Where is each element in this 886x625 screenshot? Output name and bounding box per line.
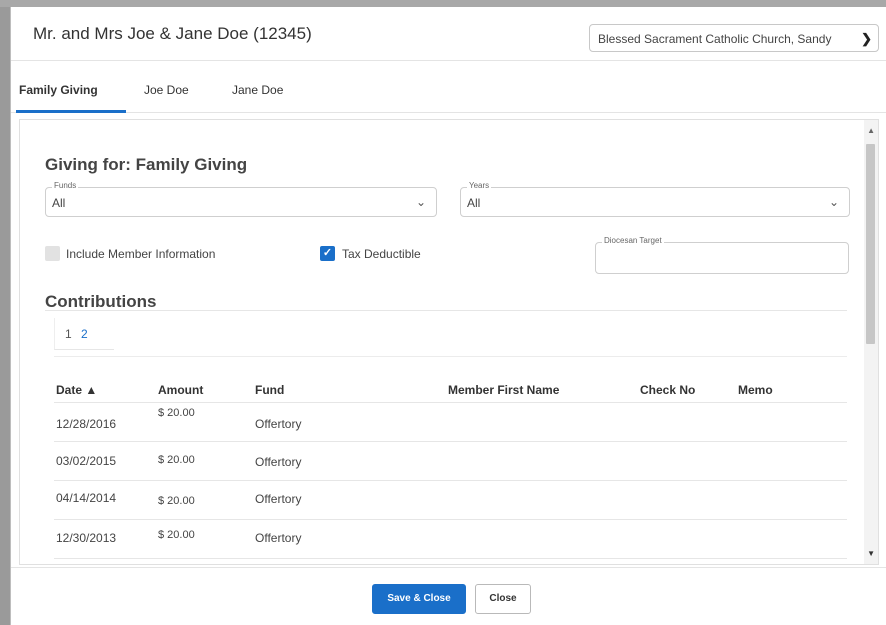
member-tabs: Family Giving Joe Doe Jane Doe — [11, 61, 886, 113]
tax-deductible-checkbox[interactable]: ✓ — [320, 246, 335, 261]
column-header-memo[interactable]: Memo — [738, 383, 773, 397]
table-row[interactable]: 12/30/2013 $ 20.00 Offertory — [54, 520, 847, 559]
column-header-amount[interactable]: Amount — [158, 383, 203, 397]
pagination: 1 2 — [54, 318, 114, 350]
years-value: All — [467, 196, 481, 210]
column-header-fund[interactable]: Fund — [255, 383, 284, 397]
giving-panel: Giving for: Family Giving Funds All ⌄ Ye… — [19, 119, 879, 565]
funds-value: All — [52, 196, 66, 210]
cell-date: 12/30/2013 — [56, 531, 117, 545]
chevron-down-icon: ⌄ — [828, 195, 839, 209]
tax-deductible-label: Tax Deductible — [342, 247, 421, 261]
pagination-divider — [54, 356, 847, 357]
modal-header: Mr. and Mrs Joe & Jane Doe (12345) Bless… — [11, 7, 886, 61]
modal-footer: Save & Close Close — [11, 567, 886, 625]
column-header-date[interactable]: Date ▲ — [56, 383, 97, 397]
page-link-1[interactable]: 1 — [65, 327, 72, 341]
cell-fund: Offertory — [255, 455, 302, 469]
close-button[interactable]: Close — [475, 584, 531, 614]
scroll-up-arrow-icon[interactable]: ▲ — [867, 126, 875, 135]
giving-title: Giving for: Family Giving — [45, 155, 248, 174]
page-link-2[interactable]: 2 — [81, 327, 88, 341]
parish-select[interactable]: Blessed Sacrament Catholic Church, Sandy… — [589, 24, 879, 52]
funds-select[interactable]: Funds All ⌄ — [45, 181, 437, 217]
parish-select-value: Blessed Sacrament Catholic Church, Sandy — [598, 32, 832, 46]
modal-backdrop — [0, 0, 886, 7]
cell-date: 12/28/2016 — [56, 417, 117, 431]
contributions-title: Contributions — [45, 292, 157, 311]
include-member-info-label: Include Member Information — [66, 247, 216, 261]
cell-date: 04/14/2014 — [56, 491, 117, 505]
years-label: Years — [467, 181, 492, 190]
cell-fund: Offertory — [255, 417, 302, 431]
tab-joe-doe[interactable]: Joe Doe — [144, 83, 189, 97]
scroll-down-arrow-icon[interactable]: ▼ — [867, 549, 875, 558]
active-tab-indicator — [16, 110, 126, 113]
diocesan-target-label: Diocesan Target — [602, 236, 664, 245]
funds-label: Funds — [52, 181, 79, 190]
years-select[interactable]: Years All ⌄ — [460, 181, 850, 217]
cell-amount: $ 20.00 — [158, 529, 195, 541]
save-and-close-button[interactable]: Save & Close — [372, 584, 466, 614]
table-row[interactable]: 12/28/2016 $ 20.00 Offertory — [54, 403, 847, 442]
diocesan-target-field[interactable]: Diocesan Target — [595, 236, 849, 274]
cell-fund: Offertory — [255, 531, 302, 545]
column-header-member-first-name[interactable]: Member First Name — [448, 383, 559, 397]
family-giving-modal: Mr. and Mrs Joe & Jane Doe (12345) Bless… — [10, 7, 886, 625]
cell-fund: Offertory — [255, 492, 302, 506]
scrollbar-thumb[interactable] — [866, 144, 875, 344]
chevron-down-icon: ⌄ — [415, 195, 426, 209]
content-scrollbar[interactable]: ▲ ▼ — [864, 120, 878, 564]
tab-jane-doe[interactable]: Jane Doe — [232, 83, 283, 97]
cell-date: 03/02/2015 — [56, 454, 117, 468]
include-member-info-checkbox[interactable] — [45, 246, 60, 261]
section-divider — [45, 310, 847, 311]
table-row[interactable]: 04/14/2014 $ 20.00 Offertory — [54, 481, 847, 520]
cell-amount: $ 20.00 — [158, 495, 195, 507]
cell-amount: $ 20.00 — [158, 407, 195, 419]
cell-amount: $ 20.00 — [158, 454, 195, 466]
table-row[interactable]: 03/02/2015 $ 20.00 Offertory — [54, 442, 847, 481]
modal-title: Mr. and Mrs Joe & Jane Doe (12345) — [33, 24, 312, 43]
tab-family-giving[interactable]: Family Giving — [19, 83, 98, 97]
check-icon: ✓ — [322, 247, 333, 259]
chevron-down-icon: ❯ — [861, 31, 872, 46]
column-header-check-no[interactable]: Check No — [640, 383, 695, 397]
